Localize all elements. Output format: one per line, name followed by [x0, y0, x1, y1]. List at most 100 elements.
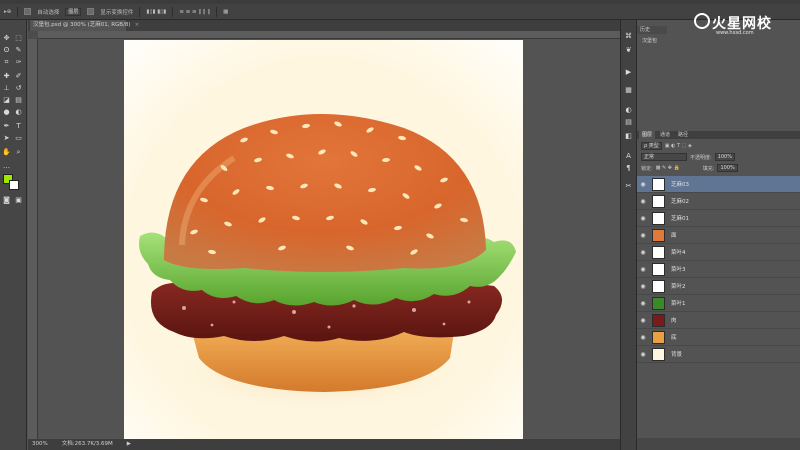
tool-presets-icon[interactable]: ✂: [624, 182, 633, 191]
layer-name: 菜叶4: [671, 250, 686, 256]
visibility-eye-icon[interactable]: ◉: [637, 198, 649, 205]
layer-row[interactable]: ◉ 芝麻01: [637, 210, 800, 227]
layer-row[interactable]: ◉ 菜叶1: [637, 295, 800, 312]
visibility-eye-icon[interactable]: ◉: [637, 351, 649, 358]
history-item[interactable]: 汉堡包: [642, 37, 657, 44]
layers-panel-tabs: 图层 通道 路径: [637, 131, 800, 139]
marquee-tool-icon[interactable]: ⬚: [14, 34, 23, 43]
layer-row[interactable]: ◉ 面: [637, 227, 800, 244]
hand-tool-icon[interactable]: ✋: [2, 148, 11, 157]
layer-row[interactable]: ◉ 芝麻02: [637, 193, 800, 210]
layer-thumbnail: [652, 211, 665, 225]
character-panel-icon[interactable]: A: [624, 152, 633, 161]
tab-channels[interactable]: 通道: [657, 131, 673, 139]
styles-panel-icon[interactable]: ▤: [624, 118, 633, 127]
color-panel-icon[interactable]: ◧: [624, 132, 633, 141]
document-tab[interactable]: 汉堡包.psd @ 300% (芝麻01, RGB/8) ×: [30, 20, 139, 31]
visibility-eye-icon[interactable]: ◉: [637, 283, 649, 290]
quick-mask-icon[interactable]: ◙: [2, 196, 11, 205]
pen-tool-icon[interactable]: ✒: [2, 122, 11, 131]
lock-icons[interactable]: ▩ ✎ ✥ 🔒: [656, 165, 680, 171]
document-canvas[interactable]: [124, 40, 523, 439]
visibility-eye-icon[interactable]: ◉: [637, 300, 649, 307]
background-color-swatch[interactable]: [9, 180, 19, 190]
layer-name: 面: [671, 233, 677, 239]
quick-select-icon[interactable]: ✎: [14, 46, 23, 55]
layer-thumbnail: [652, 330, 665, 344]
layer-filter-dropdown[interactable]: ρ 类型: [641, 141, 662, 150]
layer-row[interactable]: ◉ 背景: [637, 346, 800, 363]
layer-name: 菜叶2: [671, 284, 686, 290]
history-panel: [637, 35, 800, 131]
visibility-eye-icon[interactable]: ◉: [637, 232, 649, 239]
crop-tool-icon[interactable]: ⌗: [2, 58, 11, 67]
history-brush-icon[interactable]: ↺: [14, 84, 23, 93]
layer-filter-row: ρ 类型 ▣ ◐ T ⬚ ◈: [637, 140, 800, 151]
stamp-tool-icon[interactable]: ⊥: [2, 84, 11, 93]
layer-name: 芝麻02: [671, 199, 689, 205]
adjustments-panel-icon[interactable]: ◐: [624, 106, 633, 115]
screen-mode-icon[interactable]: ▣: [14, 196, 23, 205]
history-panel-icon[interactable]: ⌘: [624, 32, 633, 41]
show-transform-checkbox[interactable]: [87, 8, 95, 15]
tab-layers[interactable]: 图层: [639, 131, 656, 139]
layer-thumbnail: [652, 194, 665, 208]
visibility-eye-icon[interactable]: ◉: [637, 181, 649, 188]
layer-name: 芝麻03: [671, 182, 689, 188]
distribute-icons[interactable]: ≡ ≡ ≡ ‖ ‖ ‖: [179, 9, 210, 15]
auto-select-mode-dropdown[interactable]: 图层: [65, 7, 82, 16]
layer-row[interactable]: ◉ 芝麻03: [637, 176, 800, 193]
auto-select-checkbox[interactable]: [24, 8, 32, 15]
blend-mode-dropdown[interactable]: 正常: [641, 153, 687, 161]
lock-label: 锁定:: [641, 165, 653, 172]
layer-row[interactable]: ◉ 底: [637, 329, 800, 346]
horizontal-ruler[interactable]: [38, 31, 636, 39]
actions-panel-icon[interactable]: ▶: [624, 68, 633, 77]
paragraph-panel-icon[interactable]: ¶: [624, 164, 633, 173]
swatches-panel-icon[interactable]: ▦: [624, 86, 633, 95]
opacity-label: 不透明度:: [690, 154, 712, 161]
shape-tool-icon[interactable]: ▭: [14, 134, 23, 143]
path-select-icon[interactable]: ➤: [2, 134, 11, 143]
align-icons[interactable]: ▮▯▮ ▮▯▮: [146, 9, 166, 15]
healing-brush-icon[interactable]: ✚: [2, 72, 11, 81]
dodge-tool-icon[interactable]: ◐: [14, 108, 23, 117]
more-tools-icon[interactable]: …: [2, 162, 11, 171]
layer-name: 菜叶1: [671, 301, 686, 307]
move-tool-icon[interactable]: ✥: [2, 34, 11, 43]
layer-thumbnail: [652, 313, 665, 327]
opacity-input[interactable]: 100%: [714, 153, 735, 161]
filter-icons[interactable]: ▣ ◐ T ⬚ ◈: [665, 143, 692, 149]
eraser-tool-icon[interactable]: ◪: [2, 96, 11, 105]
layer-row[interactable]: ◉ 菜叶3: [637, 261, 800, 278]
vertical-ruler[interactable]: [28, 39, 38, 439]
tab-paths[interactable]: 路径: [675, 131, 691, 139]
layer-row[interactable]: ◉ 肉: [637, 312, 800, 329]
layer-row[interactable]: ◉ 菜叶2: [637, 278, 800, 295]
lasso-tool-icon[interactable]: ʘ: [2, 46, 11, 55]
visibility-eye-icon[interactable]: ◉: [637, 317, 649, 324]
document-info: 文档:263.7K/3.69M: [61, 441, 113, 447]
brush-tool-icon[interactable]: ✐: [14, 72, 23, 81]
layer-thumbnail: [652, 296, 665, 310]
tab-history[interactable]: 历史: [637, 26, 667, 34]
type-tool-icon[interactable]: T: [14, 122, 23, 131]
visibility-eye-icon[interactable]: ◉: [637, 334, 649, 341]
fill-input[interactable]: 100%: [717, 164, 738, 172]
eyedropper-icon[interactable]: ✑: [14, 58, 23, 67]
brush-panel-icon[interactable]: ❦: [624, 46, 633, 55]
move-tool-icon[interactable]: ▸⊕: [4, 9, 11, 15]
blur-tool-icon[interactable]: ●: [2, 108, 11, 117]
layer-name: 肉: [671, 318, 677, 324]
tools-panel: ✥ ⬚ ʘ ✎ ⌗ ✑ ✚ ✐ ⊥ ↺ ◪ ▤ ● ◐ ✒ T ➤ ▭ ✋ ⌕ …: [0, 20, 27, 450]
visibility-eye-icon[interactable]: ◉: [637, 215, 649, 222]
zoom-level[interactable]: 300%: [32, 439, 48, 450]
layer-row[interactable]: ◉ 菜叶4: [637, 244, 800, 261]
gradient-tool-icon[interactable]: ▤: [14, 96, 23, 105]
status-arrow-icon[interactable]: ▶: [127, 439, 131, 450]
close-icon[interactable]: ×: [135, 22, 140, 28]
visibility-eye-icon[interactable]: ◉: [637, 249, 649, 256]
visibility-eye-icon[interactable]: ◉: [637, 266, 649, 273]
zoom-tool-icon[interactable]: ⌕: [14, 148, 23, 157]
auto-align-icon[interactable]: ▦: [223, 9, 228, 15]
